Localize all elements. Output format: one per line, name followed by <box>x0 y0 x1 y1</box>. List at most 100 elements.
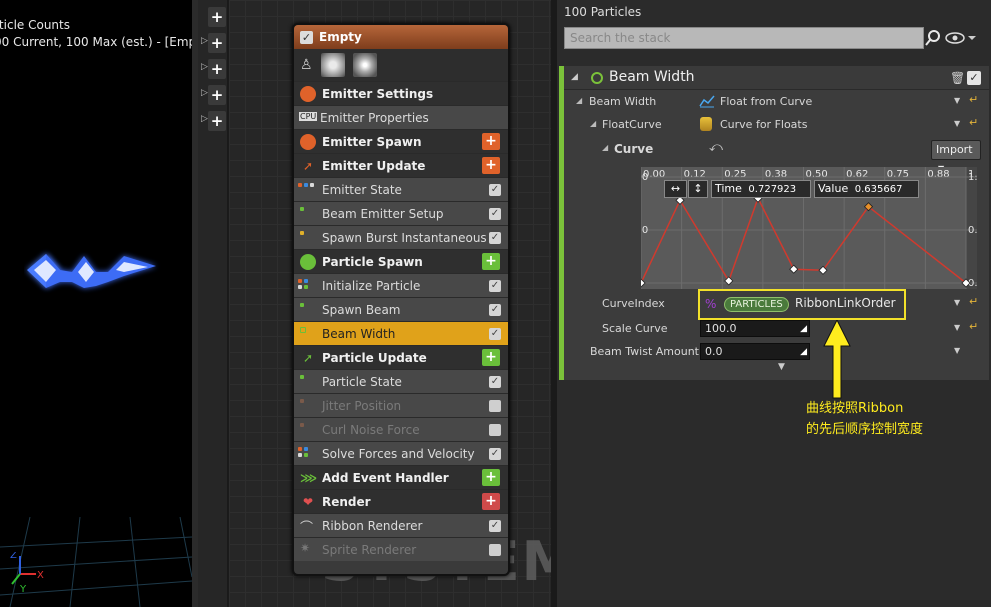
add-module-plus-icon[interactable]: + <box>482 253 500 270</box>
section-emitter-spawn[interactable]: Emitter Spawn + <box>294 129 508 153</box>
module-enable-checkbox[interactable]: ✓ <box>489 208 501 220</box>
emitter-spawn-icon <box>300 133 316 150</box>
module-emitter-properties[interactable]: CPU Emitter Properties <box>294 105 508 129</box>
module-enable-checkbox[interactable]: ✓ <box>489 232 501 244</box>
preview-viewport[interactable]: rticle Counts 00 Current, 100 Max (est.)… <box>0 0 192 607</box>
curve-edit-icon[interactable]: ⤺ <box>709 140 723 155</box>
chevron-right-icon[interactable]: ▷ <box>201 88 208 98</box>
section-emitter-update[interactable]: ➚ Emitter Update + <box>294 153 508 177</box>
module-enable-checkbox[interactable] <box>489 400 501 412</box>
module-enable-checkbox[interactable]: ✓ <box>489 184 501 196</box>
search-icon[interactable] <box>925 30 941 46</box>
section-particle-update[interactable]: ➚ Particle Update + <box>294 345 508 369</box>
particle-count-header: 100 Particles <box>564 5 642 19</box>
visibility-eye-icon[interactable] <box>945 30 977 46</box>
collapse-triangle-icon[interactable]: ◢ <box>571 72 578 82</box>
system-overview-graph[interactable]: SYSTEM ✓ Empty ♙ Emitter Settings CPU Em… <box>229 0 575 607</box>
module-enable-checkbox[interactable]: ✓ <box>489 304 501 316</box>
module-title: Beam Width <box>609 69 695 85</box>
module-solve-forces[interactable]: Solve Forces and Velocity ✓ <box>294 441 508 465</box>
scale-curve-input[interactable]: 100.0 ◢ <box>700 320 810 337</box>
add-row[interactable]: + <box>198 6 228 28</box>
reset-arrow-icon[interactable]: ↵ <box>969 116 978 129</box>
chevron-down-icon[interactable]: ▼ <box>954 346 960 355</box>
row-label: Beam Width <box>322 326 396 341</box>
plus-icon[interactable]: + <box>208 7 226 27</box>
add-module-plus-icon[interactable]: + <box>482 349 500 366</box>
row-label: Spawn Beam <box>322 302 401 317</box>
chevron-down-icon[interactable]: ▼ <box>954 119 960 128</box>
add-row[interactable]: ▷ + <box>198 110 228 132</box>
plus-icon[interactable]: + <box>208 111 226 131</box>
module-beam-emitter-setup[interactable]: Beam Emitter Setup ✓ <box>294 201 508 225</box>
resize-corner-icon: ◢ <box>800 324 807 334</box>
float-curve-value[interactable]: Curve for Floats <box>720 118 807 131</box>
collapse-triangle-icon[interactable]: ◢ <box>590 119 596 128</box>
reset-arrow-icon[interactable]: ↵ <box>969 93 978 106</box>
chevron-right-icon[interactable]: ▷ <box>201 62 208 72</box>
beam-twist-input[interactable]: 0.0 ◢ <box>700 343 810 360</box>
chevron-down-icon[interactable]: ▼ <box>954 323 960 332</box>
add-row[interactable]: ▷ + <box>198 58 228 80</box>
module-beam-width[interactable]: Beam Width ✓ <box>294 321 508 345</box>
beam-width-value[interactable]: Float from Curve <box>720 95 812 108</box>
reset-arrow-icon[interactable]: ↵ <box>969 320 978 333</box>
module-enable-checkbox[interactable]: ✓ <box>489 376 501 388</box>
add-module-plus-icon[interactable]: + <box>482 493 500 510</box>
add-module-plus-icon[interactable]: + <box>482 469 500 486</box>
curve-index-field[interactable]: % PARTICLES RibbonLinkOrder <box>698 289 906 320</box>
emitter-header[interactable]: ✓ Empty <box>294 25 508 49</box>
material-thumbnail[interactable] <box>320 53 345 77</box>
time-field[interactable]: Time 0.727923 <box>711 180 811 198</box>
plus-icon[interactable]: + <box>208 59 226 79</box>
add-module-plus-icon[interactable]: + <box>482 133 500 150</box>
module-ribbon-renderer[interactable]: ⌒ Ribbon Renderer ✓ <box>294 513 508 537</box>
section-add-event-handler[interactable]: ⋙ Add Event Handler + <box>294 465 508 489</box>
collapse-triangle-icon[interactable]: ◢ <box>576 96 582 105</box>
module-emitter-state[interactable]: Emitter State ✓ <box>294 177 508 201</box>
stack-search-input[interactable]: Search the stack <box>564 27 924 49</box>
chevron-right-icon[interactable]: ▷ <box>201 114 208 124</box>
add-row[interactable]: ▷ + <box>198 84 228 106</box>
plus-icon[interactable]: + <box>208 85 226 105</box>
module-enable-checkbox[interactable]: ✓ <box>489 328 501 340</box>
chevron-down-icon[interactable]: ▼ <box>954 298 960 307</box>
module-jitter-position[interactable]: Jitter Position <box>294 393 508 417</box>
module-enable-checkbox[interactable] <box>489 544 501 556</box>
module-spawn-burst[interactable]: Spawn Burst Instantaneous ✓ <box>294 225 508 249</box>
add-row[interactable]: ▷ + <box>198 32 228 54</box>
add-module-plus-icon[interactable]: + <box>482 157 500 174</box>
module-enable-checkbox[interactable]: ✓ <box>967 71 981 85</box>
module-enable-checkbox[interactable] <box>489 424 501 436</box>
section-particle-spawn[interactable]: Particle Spawn + <box>294 249 508 273</box>
enable-checkbox[interactable]: ✓ <box>300 30 313 44</box>
module-enable-checkbox[interactable]: ✓ <box>489 448 501 460</box>
row-label: Particle Update <box>322 350 427 365</box>
module-initialize-particle[interactable]: Initialize Particle ✓ <box>294 273 508 297</box>
module-header[interactable]: ◢ Beam Width 🗑 ✓ <box>564 66 989 90</box>
material-thumbnail[interactable] <box>352 53 377 77</box>
module-enable-checkbox[interactable]: ✓ <box>489 520 501 532</box>
module-sprite-renderer[interactable]: ✷ Sprite Renderer <box>294 537 508 561</box>
curve-editor[interactable]: 0.000.120.250.380.500.620.750.881.01.001… <box>626 167 990 289</box>
module-curl-noise-force[interactable]: Curl Noise Force <box>294 417 508 441</box>
section-render[interactable]: ❤ Render + <box>294 489 508 513</box>
chevron-right-icon[interactable]: ▷ <box>201 36 208 46</box>
trash-icon[interactable]: 🗑 <box>950 71 965 85</box>
render-heart-icon: ❤ <box>302 494 314 509</box>
module-spawn-beam[interactable]: Spawn Beam ✓ <box>294 297 508 321</box>
module-enable-checkbox[interactable]: ✓ <box>489 280 501 292</box>
fit-horizontal-icon[interactable]: ↔ <box>664 180 687 198</box>
module-particle-state[interactable]: Particle State ✓ <box>294 369 508 393</box>
fit-vertical-icon[interactable]: ↕ <box>688 180 708 198</box>
reset-arrow-icon[interactable]: ↵ <box>969 295 978 308</box>
plus-icon[interactable]: + <box>208 33 226 53</box>
y-tick-label-right: 0.50 <box>968 225 977 236</box>
expand-advanced-icon[interactable]: ▼ <box>778 362 785 372</box>
section-emitter-settings[interactable]: Emitter Settings <box>294 81 508 105</box>
value-field[interactable]: Value 0.635667 <box>814 180 919 198</box>
import-dropdown[interactable]: Import ▼ <box>931 140 981 173</box>
chevron-down-icon[interactable]: ▼ <box>954 96 960 105</box>
emitter-node[interactable]: ✓ Empty ♙ Emitter Settings CPU Emitter P… <box>292 23 510 576</box>
collapse-triangle-icon[interactable]: ◢ <box>602 143 608 152</box>
